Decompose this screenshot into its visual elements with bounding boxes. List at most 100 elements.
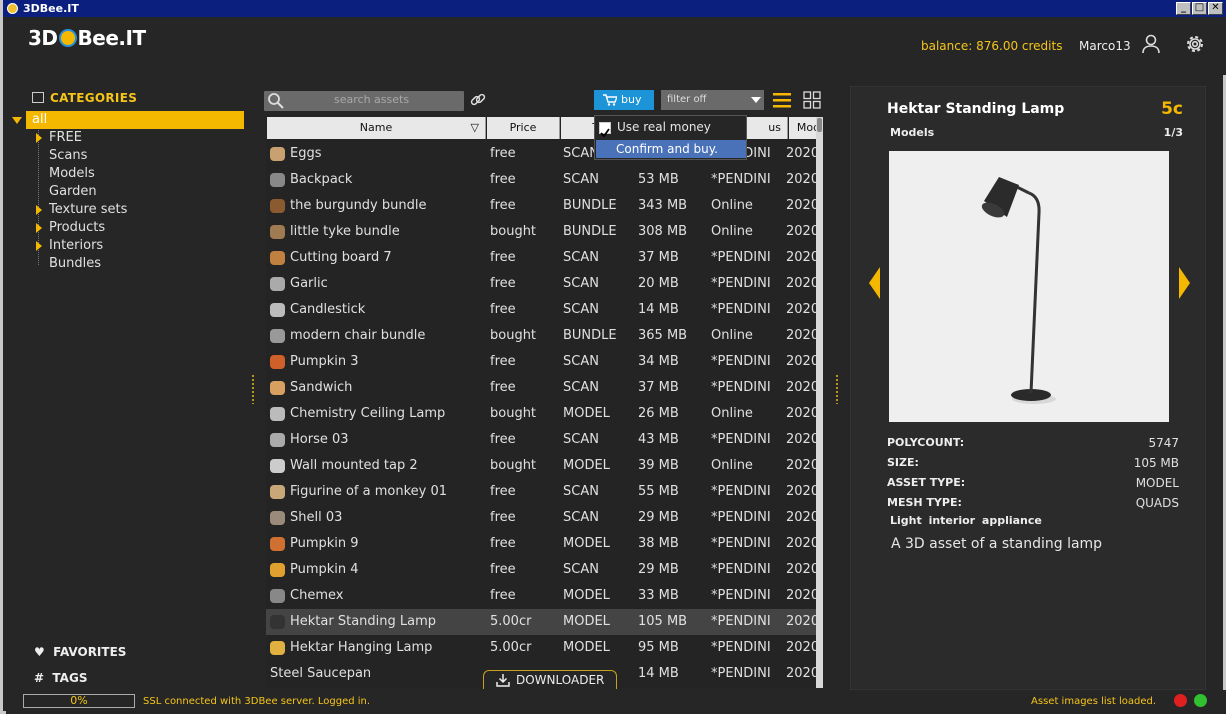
asset-thumbnail-icon xyxy=(270,589,285,603)
table-cell: 29 MB xyxy=(638,510,679,525)
logo[interactable]: 3D Bee.IT xyxy=(28,26,146,56)
link-icon[interactable] xyxy=(468,90,488,110)
asset-thumbnail-icon xyxy=(270,147,285,161)
table-cell: SCAN xyxy=(563,432,599,447)
table-row[interactable]: Pumpkin 3 free SCAN 34 MB *PENDINI 2020- xyxy=(266,349,823,375)
asset-tags[interactable]: Light interior appliance xyxy=(890,514,1042,527)
downloader-tab[interactable]: DOWNLOADER xyxy=(483,670,617,689)
downloader-label: DOWNLOADER xyxy=(516,673,605,687)
size-value: 105 MB xyxy=(1133,456,1179,470)
use-real-money-checkbox[interactable] xyxy=(599,122,611,138)
filter-funnel-icon[interactable]: ▽ xyxy=(471,117,479,139)
category-all[interactable]: all xyxy=(26,111,244,129)
scrollbar-thumb[interactable] xyxy=(817,118,822,132)
asset-thumbnail-icon xyxy=(270,615,285,629)
expand-arrow-icon[interactable] xyxy=(36,241,42,251)
table-cell: the burgundy bundle xyxy=(290,198,427,213)
asset-table: Name▽ Price Ty us Mod EggsfreeSCAN*PENDI… xyxy=(266,115,823,688)
table-row[interactable]: Horse 03 free SCAN 43 MB *PENDINI 2020- xyxy=(266,427,823,453)
table-row[interactable]: little tyke bundle bought BUNDLE 308 MB Onli… xyxy=(266,219,823,245)
expand-arrow-icon[interactable] xyxy=(12,117,22,124)
category-label: Texture sets xyxy=(49,202,128,217)
table-cell: 55 MB xyxy=(638,484,679,499)
maximize-button[interactable]: □ xyxy=(1192,2,1207,15)
category-free[interactable]: FREE xyxy=(34,129,82,147)
asset-preview-image[interactable] xyxy=(889,151,1169,422)
table-row[interactable]: Wall mounted tap 2 bought MODEL 39 MB Online… xyxy=(266,453,823,479)
table-row[interactable]: Chemistry Ceiling Lamp bought MODEL 26 MB On… xyxy=(266,401,823,427)
search-field[interactable]: search assets xyxy=(264,91,464,111)
table-cell: MODEL xyxy=(563,614,610,629)
close-button[interactable]: ✕ xyxy=(1208,2,1223,15)
dropdown-button[interactable] xyxy=(748,90,764,110)
list-view-icon[interactable] xyxy=(772,91,792,109)
table-cell: free xyxy=(490,198,516,213)
table-row[interactable]: Backpack free SCAN 53 MB *PENDINI 2020- xyxy=(266,167,823,193)
table-cell: 38 MB xyxy=(638,536,679,551)
category-bundles[interactable]: Bundles xyxy=(34,255,101,273)
expand-arrow-icon[interactable] xyxy=(36,133,42,143)
buy-popup-menu: Use real money Confirm and buy. xyxy=(594,115,747,160)
column-header-price[interactable]: Price xyxy=(487,117,560,139)
category-label: Products xyxy=(49,220,106,235)
category-garden[interactable]: Garden xyxy=(34,183,97,201)
table-row[interactable]: Figurine of a monkey 01 free SCAN 55 MB *PEN… xyxy=(266,479,823,505)
table-row[interactable]: Chemex free MODEL 33 MB *PENDINI 2020- xyxy=(266,583,823,609)
left-splitter-handle[interactable] xyxy=(251,374,255,404)
tags-button[interactable]: # TAGS xyxy=(34,671,87,685)
asset-category: Models xyxy=(890,126,935,139)
table-cell: bought xyxy=(490,224,537,239)
table-row[interactable]: Garlic free SCAN 20 MB *PENDINI 2020- xyxy=(266,271,823,297)
table-cell: free xyxy=(490,510,516,525)
filter-select[interactable]: filter off xyxy=(661,90,764,110)
minimize-button[interactable]: _ xyxy=(1176,2,1191,15)
table-row[interactable]: Sandwich free SCAN 37 MB *PENDINI 2020- xyxy=(266,375,823,401)
table-row[interactable]: Cutting board 7 free SCAN 37 MB *PENDINI 2020… xyxy=(266,245,823,271)
table-row[interactable]: Shell 03 free SCAN 29 MB *PENDINI 2020- xyxy=(266,505,823,531)
table-cell: *PENDINI xyxy=(711,354,771,369)
table-cell: SCAN xyxy=(563,380,599,395)
table-cell: 14 MB xyxy=(638,302,679,317)
table-cell: *PENDINI xyxy=(711,276,771,291)
table-cell: free xyxy=(490,432,516,447)
previous-image-arrow-icon[interactable] xyxy=(869,267,880,299)
grid-view-icon[interactable] xyxy=(803,91,821,109)
favorites-button[interactable]: ♥ FAVORITES xyxy=(34,645,126,659)
table-row[interactable]: Pumpkin 4 free SCAN 29 MB *PENDINI 2020- xyxy=(266,557,823,583)
category-scans[interactable]: Scans xyxy=(34,147,87,165)
next-image-arrow-icon[interactable] xyxy=(1179,267,1190,299)
table-cell: 343 MB xyxy=(638,198,688,213)
table-row[interactable]: Hektar Standing Lamp 5.00cr MODEL 105 MB *PE… xyxy=(266,609,823,635)
user-icon[interactable] xyxy=(1141,34,1161,54)
table-cell: MODEL xyxy=(563,536,610,551)
category-models[interactable]: Models xyxy=(34,165,95,183)
table-row[interactable]: modern chair bundle bought BUNDLE 365 MB Onl… xyxy=(266,323,823,349)
category-interiors[interactable]: Interiors xyxy=(34,237,103,255)
asset-thumbnail-icon xyxy=(270,511,285,525)
favorites-label: FAVORITES xyxy=(53,645,127,659)
table-cell: little tyke bundle xyxy=(290,224,400,239)
column-header-name[interactable]: Name ▽ xyxy=(267,117,486,139)
buy-button[interactable]: buy xyxy=(594,90,654,110)
table-cell: *PENDINI xyxy=(711,640,771,655)
confirm-buy-menu-item[interactable]: Confirm and buy. xyxy=(596,140,746,158)
category-texture-sets[interactable]: Texture sets xyxy=(34,201,127,219)
asset-thumbnail-icon xyxy=(270,199,285,213)
vertical-scrollbar[interactable] xyxy=(816,117,823,688)
table-cell: SCAN xyxy=(563,562,599,577)
table-row[interactable]: Candlestick free SCAN 14 MB *PENDINI 2020- xyxy=(266,297,823,323)
category-products[interactable]: Products xyxy=(34,219,105,237)
table-row[interactable]: the burgundy bundle free BUNDLE 343 MB Onlin… xyxy=(266,193,823,219)
table-row[interactable]: Hektar Hanging Lamp 5.00cr MODEL 95 MB *PEND… xyxy=(266,635,823,661)
table-cell: *PENDINI xyxy=(711,562,771,577)
status-right-message: Asset images list loaded. xyxy=(1031,696,1156,707)
right-splitter-handle[interactable] xyxy=(835,374,839,404)
expand-arrow-icon[interactable] xyxy=(36,205,42,215)
gear-icon[interactable] xyxy=(1184,33,1206,55)
table-cell: Hektar Hanging Lamp xyxy=(290,640,433,655)
use-real-money-label[interactable]: Use real money xyxy=(617,120,711,134)
expand-arrow-icon[interactable] xyxy=(36,223,42,233)
table-row[interactable]: Pumpkin 9 free MODEL 38 MB *PENDINI 2020- xyxy=(266,531,823,557)
asset-thumbnail-icon xyxy=(270,381,285,395)
table-cell: Shell 03 xyxy=(290,510,343,525)
